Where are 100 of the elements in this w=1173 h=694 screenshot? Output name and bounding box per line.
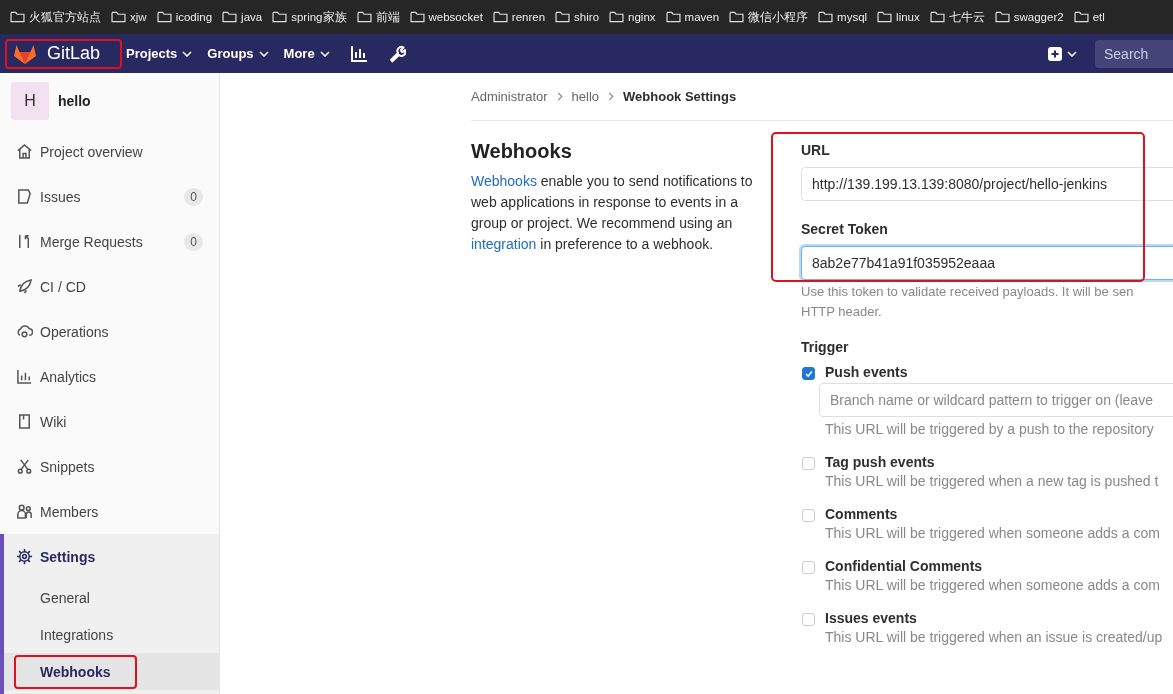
breadcrumb-link[interactable]: hello xyxy=(571,89,600,104)
trigger-description: This URL will be triggered by a push to the repository xyxy=(825,421,1155,437)
sidebar-item[interactable]: Wiki xyxy=(0,399,219,444)
project-avatar: H xyxy=(11,82,49,120)
project-name[interactable]: hello xyxy=(58,93,91,109)
gitlab-logo-link[interactable]: GitLab xyxy=(13,42,101,65)
folder-icon xyxy=(729,11,745,23)
branch-filter-field[interactable]: Branch name or wildcard pattern to trigger on (leave xyxy=(819,383,1173,417)
help-text: Use this token to validate received payloads. It will be sen xyxy=(801,283,1135,300)
sidebar-item[interactable]: Snippets xyxy=(0,444,219,489)
checkbox[interactable] xyxy=(802,457,815,470)
new-item-dropdown[interactable] xyxy=(1048,46,1077,61)
bookmark-folder[interactable]: 微信小程序 xyxy=(729,9,809,25)
sidebar-item[interactable]: Settings xyxy=(4,534,219,579)
section-description: Webhooks enable you to send notifications to web applications in response to events in a group or project. We recommend using an integration in preference to a webhook. xyxy=(471,172,754,254)
folder-icon xyxy=(555,11,571,23)
bookmark-folder[interactable]: etl xyxy=(1073,11,1105,23)
sidebar-item[interactable]: CI / CD xyxy=(0,264,219,309)
field-label: Secret Token xyxy=(801,221,888,237)
bookmark-folder[interactable]: shiro xyxy=(555,11,600,23)
chevron-icon xyxy=(556,92,563,101)
help-text: HTTP header. xyxy=(801,303,883,320)
count-badge: 0 xyxy=(184,187,203,206)
search-field[interactable]: Search xyxy=(1095,39,1173,68)
checkbox-label[interactable]: Tag push events xyxy=(825,454,1159,470)
sidebar-subitem[interactable]: Webhooks xyxy=(14,654,137,689)
sidebar-subitem[interactable]: Integrations xyxy=(14,617,140,652)
sidebar-item[interactable]: Members xyxy=(0,489,219,534)
book-icon xyxy=(16,413,33,430)
bookmark-folder[interactable]: nginx xyxy=(609,11,656,23)
nav-menu[interactable]: Groups xyxy=(207,46,269,61)
checkbox[interactable] xyxy=(802,509,815,522)
folder-icon xyxy=(222,11,238,23)
field-label: Trigger xyxy=(801,339,849,355)
bookmark-folder[interactable]: websocket xyxy=(409,11,483,23)
sidebar-item[interactable]: Project overview xyxy=(0,129,219,174)
bookmark-folder[interactable]: java xyxy=(222,11,263,23)
bookmark-folder[interactable]: maven xyxy=(665,11,720,23)
bookmark-folder[interactable]: renren xyxy=(492,11,546,23)
issue-icon xyxy=(16,188,33,205)
fox-logo-icon xyxy=(13,42,37,65)
bookmark-folder[interactable]: swagger2 xyxy=(994,11,1064,23)
bar-chart-icon[interactable] xyxy=(349,44,368,63)
house-icon xyxy=(16,143,33,160)
integration-link[interactable]: integration xyxy=(471,236,537,252)
folder-icon xyxy=(356,11,372,23)
folder-icon xyxy=(609,11,625,23)
bookmark-folder[interactable]: linux xyxy=(877,11,920,23)
checkbox[interactable] xyxy=(802,367,815,380)
field-label: URL xyxy=(801,142,830,158)
folder-icon xyxy=(994,11,1010,23)
folder-icon xyxy=(877,11,893,23)
url-field[interactable]: http://139.199.13.139:8080/project/hello-jenkins xyxy=(801,167,1173,201)
bookmark-folder[interactable]: icoding xyxy=(156,11,213,23)
sidebar-item[interactable]: Issues 0 xyxy=(0,174,219,219)
webhooks-link[interactable]: Webhooks xyxy=(471,173,537,189)
count-badge: 0 xyxy=(184,232,203,251)
wrench-icon[interactable] xyxy=(387,44,406,63)
bar-chart-icon xyxy=(16,368,33,385)
rocket-icon xyxy=(16,278,33,295)
bookmark-folder[interactable]: xjw xyxy=(111,11,147,23)
nav-menu[interactable]: Projects xyxy=(126,46,193,61)
caret-icon xyxy=(258,50,269,57)
folder-icon xyxy=(10,11,25,23)
cloud-gear-icon xyxy=(16,323,33,340)
checkbox-label[interactable]: Push events xyxy=(825,364,1173,380)
caret-icon xyxy=(182,50,193,57)
checkbox-label[interactable]: Comments xyxy=(825,506,1160,522)
nav-menu[interactable]: More xyxy=(283,46,330,61)
caret-icon xyxy=(1067,50,1077,57)
bookmark-folder[interactable]: 前端 xyxy=(356,9,400,25)
folder-icon xyxy=(111,11,126,23)
bookmark-folder[interactable]: spring家族 xyxy=(272,9,347,25)
folder-icon xyxy=(272,11,288,23)
folder-icon xyxy=(929,11,945,23)
users-icon xyxy=(16,503,33,520)
chevron-icon xyxy=(608,92,615,101)
sidebar-item[interactable]: Merge Requests 0 xyxy=(0,219,219,264)
trigger-description: This URL will be triggered when someone adds a com xyxy=(825,525,1160,541)
sidebar-subitem[interactable]: General xyxy=(14,580,116,615)
breadcrumb-link[interactable]: Webhook Settings xyxy=(623,89,737,104)
bookmark-folder[interactable]: mysql xyxy=(818,11,868,23)
checkbox-label[interactable]: Confidential Comments xyxy=(825,558,1160,574)
bookmark-folder[interactable]: 火狐官方站点 xyxy=(10,9,101,25)
gear-icon xyxy=(16,548,33,565)
sidebar-item[interactable]: Analytics xyxy=(0,354,219,399)
sidebar-item[interactable]: Operations xyxy=(0,309,219,354)
secret-token-field[interactable]: 8ab2e77b41a91f035952eaaa xyxy=(801,246,1173,280)
folder-icon xyxy=(665,11,681,23)
breadcrumb-link[interactable]: Administrator xyxy=(471,89,548,104)
folder-icon xyxy=(409,11,425,23)
folder-icon xyxy=(1073,11,1089,23)
folder-icon xyxy=(156,11,172,23)
checkbox-label[interactable]: Issues events xyxy=(825,610,1163,626)
trigger-description: This URL will be triggered when an issue is created/up xyxy=(825,629,1163,645)
trigger-description: This URL will be triggered when someone adds a com xyxy=(825,577,1160,593)
checkbox[interactable] xyxy=(802,561,815,574)
bookmark-folder[interactable]: 七牛云 xyxy=(929,9,985,25)
folder-icon xyxy=(492,11,508,23)
checkbox[interactable] xyxy=(802,613,815,626)
